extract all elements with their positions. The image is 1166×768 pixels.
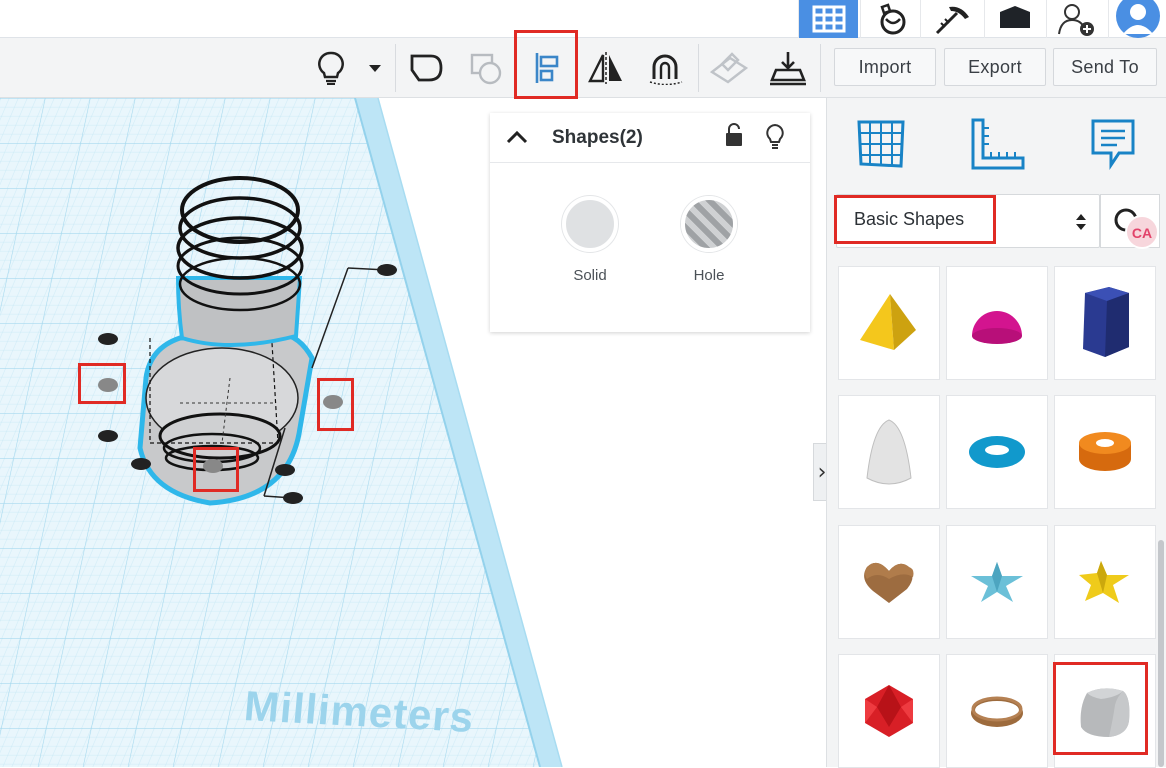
shape-tile-pyramid[interactable] — [838, 266, 940, 380]
group-icon — [410, 54, 443, 82]
ring-icon — [971, 696, 1023, 727]
shape-search-button[interactable]: CA — [1100, 194, 1161, 249]
shape-tile-heart[interactable] — [838, 525, 940, 639]
grid-plane-icon — [857, 120, 905, 168]
shape-tile-torus[interactable] — [946, 395, 1048, 509]
shape-tile-icosahedron[interactable] — [838, 654, 940, 768]
top-bar — [0, 0, 1166, 38]
drop-icon — [770, 52, 806, 86]
caret-down-icon — [369, 65, 381, 72]
note-icon — [1091, 119, 1135, 170]
bricks-button[interactable] — [920, 0, 980, 38]
ruler-icon — [971, 118, 1025, 170]
translate-badge-icon[interactable]: CA — [1123, 215, 1161, 249]
polygon-icon — [1083, 287, 1129, 357]
solid-swatch[interactable] — [562, 196, 618, 252]
chevron-up-icon[interactable] — [506, 129, 528, 145]
group-button[interactable] — [404, 48, 448, 88]
paraboloid-icon — [866, 419, 912, 485]
workplane-button[interactable] — [706, 48, 750, 88]
icosahedron-icon — [865, 685, 913, 737]
tube-icon — [1079, 432, 1131, 471]
align-button[interactable] — [524, 48, 568, 88]
tinker-button[interactable] — [860, 0, 920, 38]
ungroup-button[interactable] — [464, 48, 508, 88]
lightbulb-icon — [318, 51, 344, 85]
sort-arrows-icon — [1076, 214, 1086, 230]
shape-tile-star[interactable] — [946, 525, 1048, 639]
magnet-icon — [649, 54, 683, 85]
library-scrollbar[interactable] — [1158, 540, 1164, 767]
drop-button[interactable] — [766, 48, 810, 88]
shape-tile-tube[interactable] — [1054, 395, 1156, 509]
show-hide-button[interactable] — [309, 48, 353, 88]
export-button[interactable]: Export — [944, 48, 1046, 86]
shape-library-panel: Basic Shapes CA — [826, 98, 1166, 768]
inspector-header: Shapes(2) — [490, 113, 810, 163]
hole-label: Hole — [693, 267, 725, 284]
mirror-icon — [588, 52, 622, 84]
user-avatar-button[interactable] — [1108, 0, 1166, 38]
lock-icon[interactable] — [724, 123, 744, 149]
svg-text:CA: CA — [1132, 225, 1152, 241]
pyramid-icon — [860, 294, 916, 350]
shape-tile-polygon[interactable] — [1054, 266, 1156, 380]
torus-icon — [969, 436, 1025, 468]
tinker-icon — [879, 3, 905, 35]
ungroup-icon — [470, 53, 502, 85]
invite-user-button[interactable] — [1046, 0, 1106, 38]
notes-tool[interactable] — [1083, 114, 1143, 174]
shape-tile-half-sphere[interactable] — [946, 266, 1048, 380]
shape-tile-round-cube[interactable] — [1054, 654, 1156, 768]
solid-label: Solid — [573, 267, 607, 284]
round-cube-icon — [1080, 688, 1130, 737]
inspector-title: Shapes(2) — [552, 127, 643, 148]
workplane-tool[interactable] — [851, 114, 911, 174]
workplane-icon — [709, 52, 748, 84]
show-hide-dropdown[interactable] — [360, 48, 390, 88]
pickaxe-icon — [935, 6, 969, 35]
box-icon — [999, 6, 1030, 28]
align-icon — [535, 53, 559, 83]
shape-tile-paraboloid[interactable] — [838, 395, 940, 509]
mirror-button[interactable] — [584, 48, 628, 88]
grid-view-icon — [812, 5, 845, 33]
ruler-tool[interactable] — [967, 114, 1027, 174]
star-yellow-icon — [1079, 561, 1129, 603]
blocks-button[interactable] — [984, 0, 1044, 38]
shape-inspector: Shapes(2) Solid Hole — [490, 113, 810, 332]
avatar-icon — [1115, 0, 1160, 38]
edit-toolbar: Import Export Send To — [0, 38, 1166, 98]
shape-tile-ring[interactable] — [946, 654, 1048, 768]
hole-swatch[interactable] — [681, 196, 737, 252]
add-user-icon — [1057, 4, 1094, 36]
star-icon — [971, 562, 1023, 602]
shape-tile-star-yellow[interactable] — [1054, 525, 1156, 639]
heart-icon — [864, 562, 914, 603]
import-button[interactable]: Import — [834, 48, 936, 86]
cruise-button[interactable] — [644, 48, 688, 88]
send-to-button[interactable]: Send To — [1053, 48, 1157, 86]
grid-view-button[interactable] — [798, 0, 858, 38]
lightbulb-icon[interactable] — [765, 123, 785, 149]
half-sphere-icon — [972, 311, 1022, 344]
shape-category-select[interactable]: Basic Shapes — [836, 194, 1100, 248]
